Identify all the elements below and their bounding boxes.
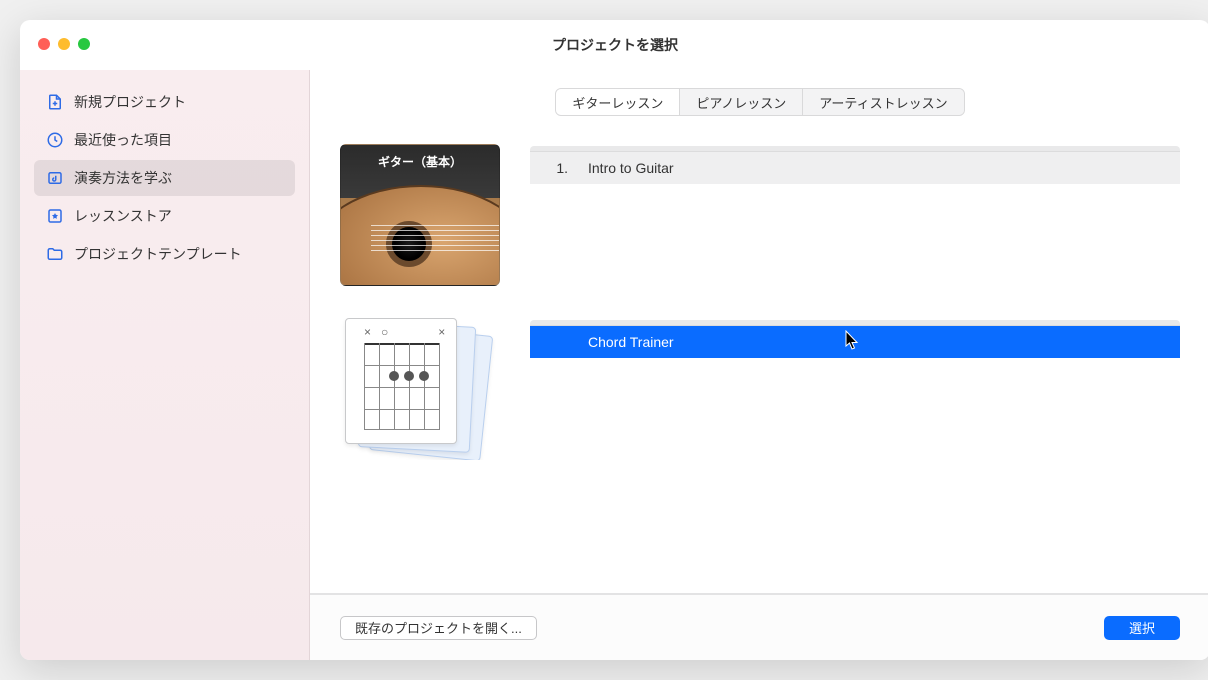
- main-panel: ギターレッスン ピアノレッスン アーティストレッスン ギター（基本）: [310, 70, 1208, 660]
- sidebar-item-new-project[interactable]: 新規プロジェクト: [34, 84, 295, 120]
- footer: 既存のプロジェクトを開く... 選択: [310, 594, 1208, 660]
- chord-grid-icon: [364, 343, 440, 429]
- lesson-list: Chord Trainer: [530, 320, 1180, 358]
- sidebar-item-label: 新規プロジェクト: [74, 92, 186, 112]
- body: 新規プロジェクト 最近使った項目 演奏方法を学ぶ: [20, 70, 1208, 660]
- content-area: ギター（基本） 1. Intro to Guitar: [310, 126, 1208, 593]
- lesson-type-tabs-wrap: ギターレッスン ピアノレッスン アーティストレッスン: [310, 70, 1208, 126]
- close-window-button[interactable]: [38, 38, 50, 50]
- lesson-group-guitar-basics: ギター（基本） 1. Intro to Guitar: [340, 144, 1180, 286]
- tab-artist-lessons[interactable]: アーティストレッスン: [803, 89, 963, 115]
- sidebar-item-lesson-store[interactable]: レッスンストア: [34, 198, 295, 234]
- sidebar: 新規プロジェクト 最近使った項目 演奏方法を学ぶ: [20, 70, 310, 660]
- sidebar-item-recent[interactable]: 最近使った項目: [34, 122, 295, 158]
- clock-icon: [46, 131, 64, 149]
- sidebar-item-label: 最近使った項目: [74, 130, 172, 150]
- lesson-row-intro-to-guitar[interactable]: 1. Intro to Guitar: [530, 152, 1180, 184]
- thumbnail-chord-trainer[interactable]: ×○ ×: [340, 318, 500, 460]
- star-box-icon: [46, 207, 64, 225]
- window-title: プロジェクトを選択: [552, 35, 678, 55]
- choose-button[interactable]: 選択: [1104, 616, 1180, 640]
- chord-marks-icon: ×○ ×: [364, 325, 455, 339]
- lesson-type-tabs: ギターレッスン ピアノレッスン アーティストレッスン: [555, 88, 964, 116]
- thumbnail-guitar-basics[interactable]: ギター（基本）: [340, 144, 500, 286]
- lesson-row-title: Intro to Guitar: [588, 160, 674, 176]
- sidebar-item-learn-to-play[interactable]: 演奏方法を学ぶ: [34, 160, 295, 196]
- sidebar-item-label: レッスンストア: [74, 206, 172, 226]
- tab-piano-lessons[interactable]: ピアノレッスン: [680, 89, 803, 115]
- sidebar-item-label: プロジェクトテンプレート: [74, 244, 242, 264]
- folder-icon: [46, 245, 64, 263]
- document-plus-icon: [46, 93, 64, 111]
- traffic-lights: [38, 38, 90, 50]
- project-chooser-window: プロジェクトを選択 新規プロジェクト 最近使った項目: [20, 20, 1208, 660]
- title-bar: プロジェクトを選択: [20, 20, 1208, 70]
- lesson-group-chord-trainer: ×○ ×: [340, 318, 1180, 460]
- minimize-window-button[interactable]: [58, 38, 70, 50]
- tab-guitar-lessons[interactable]: ギターレッスン: [556, 89, 680, 115]
- guitar-strings-icon: [371, 225, 500, 251]
- music-note-icon: [46, 169, 64, 187]
- sidebar-item-project-templates[interactable]: プロジェクトテンプレート: [34, 236, 295, 272]
- lesson-row-title: Chord Trainer: [588, 334, 674, 350]
- chord-card-stack-icon: ×○ ×: [345, 318, 495, 460]
- lesson-row-chord-trainer[interactable]: Chord Trainer: [530, 326, 1180, 358]
- maximize-window-button[interactable]: [78, 38, 90, 50]
- open-existing-project-button[interactable]: 既存のプロジェクトを開く...: [340, 616, 537, 640]
- sidebar-item-label: 演奏方法を学ぶ: [74, 168, 172, 188]
- thumbnail-title: ギター（基本）: [341, 153, 499, 170]
- lesson-list: 1. Intro to Guitar: [530, 146, 1180, 184]
- lesson-row-number: 1.: [548, 160, 568, 176]
